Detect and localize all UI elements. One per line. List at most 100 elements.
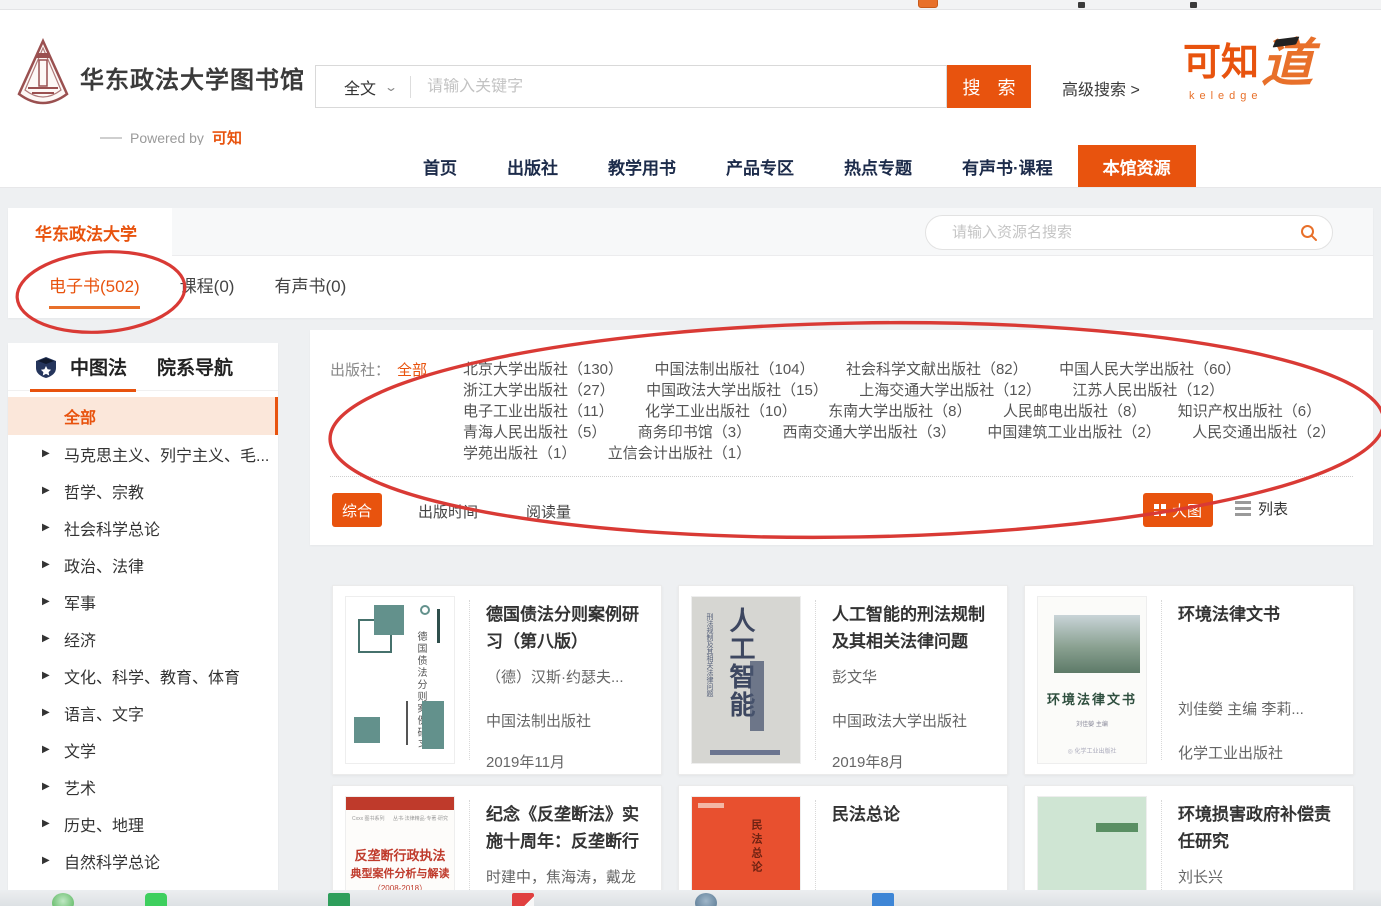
expand-arrow-icon: ▶ [42, 448, 50, 459]
publisher-filter-all[interactable]: 全部 [397, 359, 427, 380]
sort-read-count[interactable]: 阅读量 [526, 501, 571, 522]
dash-line [100, 137, 122, 139]
org-tab[interactable]: 华东政法大学 [8, 208, 172, 256]
category-item[interactable]: ▶社会科学总论 [8, 509, 278, 546]
grid-icon [1154, 504, 1166, 516]
category-item[interactable]: ▶语言、文字 [8, 694, 278, 731]
keledge-logo[interactable]: 可知 道 keledge [1183, 40, 1323, 120]
nav-item-home[interactable]: 首页 [398, 145, 482, 187]
publisher-item[interactable]: 立信会计出版社（1） [608, 443, 751, 464]
search-button[interactable]: 搜 索 [947, 65, 1031, 108]
sort-comprehensive-button[interactable]: 综合 [332, 493, 382, 527]
book-title: 民法总论 [832, 801, 995, 857]
category-item[interactable]: ▶文化、科学、教育、体育 [8, 657, 278, 694]
university-logo [14, 38, 72, 114]
tab-audiobooks[interactable]: 有声书(0) [274, 272, 346, 309]
category-item[interactable]: ▶经济 [8, 620, 278, 657]
expand-arrow-icon: ▶ [42, 522, 50, 533]
book-info: 德国债法分则案例研习（第八版） （德）汉斯·约瑟夫... 中国法制出版社 201… [470, 596, 649, 764]
publisher-item[interactable]: 商务印书馆（3） [638, 422, 751, 443]
publisher-item[interactable]: 人民邮电出版社（8） [1003, 401, 1146, 422]
book-cover: 刑法规制及其相关法律问题 人工智能 [691, 596, 801, 764]
nav-item-local-resources[interactable]: 本馆资源 [1078, 145, 1196, 187]
book-card[interactable]: 环境法律文书 刘佳嫈 主编 ◎ 化学工业出版社 环境法律文书 刘佳嫈 主编 李莉… [1024, 585, 1354, 775]
taskbar-app-green-circle-icon[interactable] [52, 893, 74, 906]
publisher-item[interactable]: 中国建筑工业出版社（2） [987, 422, 1160, 443]
library-title: 华东政法大学图书馆 [80, 60, 305, 95]
category-item[interactable]: ▶马克思主义、列宁主义、毛... [8, 435, 278, 472]
classification-shield-icon [34, 355, 58, 379]
nav-item-hot-topics[interactable]: 热点专题 [819, 145, 937, 187]
sidebar-tab-clc[interactable]: 中图法 [70, 353, 127, 380]
category-item[interactable]: ▶艺术 [8, 768, 278, 805]
book-card[interactable]: 刑法规制及其相关法律问题 人工智能 人工智能的刑法规制及其相关法律问题 彭文华 … [678, 585, 1008, 775]
book-date: 2019年11月 [486, 751, 649, 772]
org-tab-row: 华东政法大学 [8, 208, 1373, 256]
publisher-item[interactable]: 上海交通大学出版社（12） [859, 380, 1041, 401]
publisher-item[interactable]: 青海人民出版社（5） [463, 422, 606, 443]
search-icon[interactable] [1300, 224, 1318, 242]
nav-item-audiobooks-courses[interactable]: 有声书·课程 [937, 145, 1078, 187]
sort-publish-date[interactable]: 出版时间 [418, 501, 478, 522]
tab-ebooks[interactable]: 电子书(502) [49, 272, 140, 309]
expand-arrow-icon: ▶ [42, 818, 50, 829]
book-card[interactable]: H 环境损害 政府补偿责任研究 环境损害政府补偿责任研究 刘长兴 [1024, 785, 1354, 906]
category-item[interactable]: ▶军事 [8, 583, 278, 620]
nav-item-publishers[interactable]: 出版社 [482, 145, 583, 187]
category-item[interactable]: ▶自然科学总论 [8, 842, 278, 879]
taskbar-app-blue-circle-icon[interactable] [695, 893, 717, 906]
sidebar-tab-departments[interactable]: 院系导航 [157, 353, 233, 380]
book-info: 环境法律文书 刘佳嫈 主编 李莉... 化学工业出版社 2020年3月 [1162, 596, 1341, 764]
book-card[interactable]: 德国债法分则案例研习 德国债法分则案例研习（第八版） （德）汉斯·约瑟夫... … [332, 585, 662, 775]
taskbar-app-wechat-icon[interactable] [145, 893, 167, 906]
browser-fragment-icon [1078, 2, 1085, 8]
publisher-item[interactable]: 社会科学文献出版社（82） [846, 359, 1028, 380]
publisher-item[interactable]: 北京大学出版社（130） [463, 359, 623, 380]
chevron-down-icon: ⌄ [384, 80, 398, 94]
expand-arrow-icon: ▶ [42, 485, 50, 496]
publisher-item[interactable]: 电子工业出版社（11） [463, 401, 614, 422]
taskbar-app-red-icon[interactable] [512, 893, 534, 906]
resource-search-input[interactable] [952, 224, 1300, 241]
publisher-item[interactable]: 江苏人民出版社（12） [1072, 380, 1224, 401]
resource-panel: 华东政法大学 电子书(502) 课程(0) 有声书(0) [8, 208, 1373, 318]
resource-tabs: 电子书(502) 课程(0) 有声书(0) [8, 256, 1373, 309]
main-search-input[interactable] [411, 78, 946, 96]
category-item[interactable]: ▶文学 [8, 731, 278, 768]
advanced-search-link[interactable]: 高级搜索 > [1062, 76, 1140, 100]
resource-search-box [925, 215, 1333, 250]
publisher-item[interactable]: 化学工业出版社（10） [645, 401, 797, 422]
nav-item-product-zone[interactable]: 产品专区 [701, 145, 819, 187]
category-item[interactable]: ▶历史、地理 [8, 805, 278, 842]
nav-item-textbooks[interactable]: 教学用书 [583, 145, 701, 187]
search-scope-select[interactable]: 全文 ⌄ [316, 75, 410, 99]
browser-strip [0, 0, 1381, 10]
publisher-item[interactable]: 东南大学出版社（8） [828, 401, 971, 422]
book-card[interactable]: Cxxx 图书系列丛书·法律精品·专著·研究 反垄断行政执法 典型案件分析与解读… [332, 785, 662, 906]
taskbar [0, 890, 1381, 906]
view-grid-button[interactable]: 大图 [1143, 493, 1213, 527]
publisher-item[interactable]: 知识产权出版社（6） [1178, 401, 1321, 422]
publisher-item[interactable]: 浙江大学出版社（27） [463, 380, 615, 401]
view-list-button[interactable]: 列表 [1235, 498, 1288, 519]
publisher-item[interactable]: 中国政法大学出版社（15） [646, 380, 828, 401]
book-card[interactable]: 民法总论 李永军 著 民法总论 李永军 [678, 785, 1008, 906]
expand-arrow-icon: ▶ [42, 596, 50, 607]
taskbar-app-window-icon[interactable] [872, 893, 894, 906]
book-author: 刘长兴 [1178, 866, 1341, 887]
book-author: （德）汉斯·约瑟夫... [486, 666, 649, 687]
publisher-item[interactable]: 学苑出版社（1） [463, 443, 576, 464]
publisher-item[interactable]: 西南交通大学出版社（3） [783, 422, 956, 443]
category-item[interactable]: ▶政治、法律 [8, 546, 278, 583]
category-item-all[interactable]: 全部 [8, 397, 278, 435]
tab-courses[interactable]: 课程(0) [180, 272, 235, 309]
bookmark-favicon-icon[interactable] [918, 0, 938, 8]
taskbar-app-excel-icon[interactable] [328, 893, 350, 906]
publisher-item[interactable]: 中国人民大学出版社（60） [1059, 359, 1241, 380]
publisher-item[interactable]: 中国法制出版社（104） [654, 359, 814, 380]
category-item[interactable]: ▶哲学、宗教 [8, 472, 278, 509]
book-title: 纪念《反垄断法》实施十周年：反垄断行政... [486, 801, 649, 857]
book-title: 环境法律文书 [1178, 601, 1341, 657]
publisher-item[interactable]: 人民交通出版社（2） [1192, 422, 1335, 443]
book-title: 人工智能的刑法规制及其相关法律问题 [832, 601, 995, 657]
